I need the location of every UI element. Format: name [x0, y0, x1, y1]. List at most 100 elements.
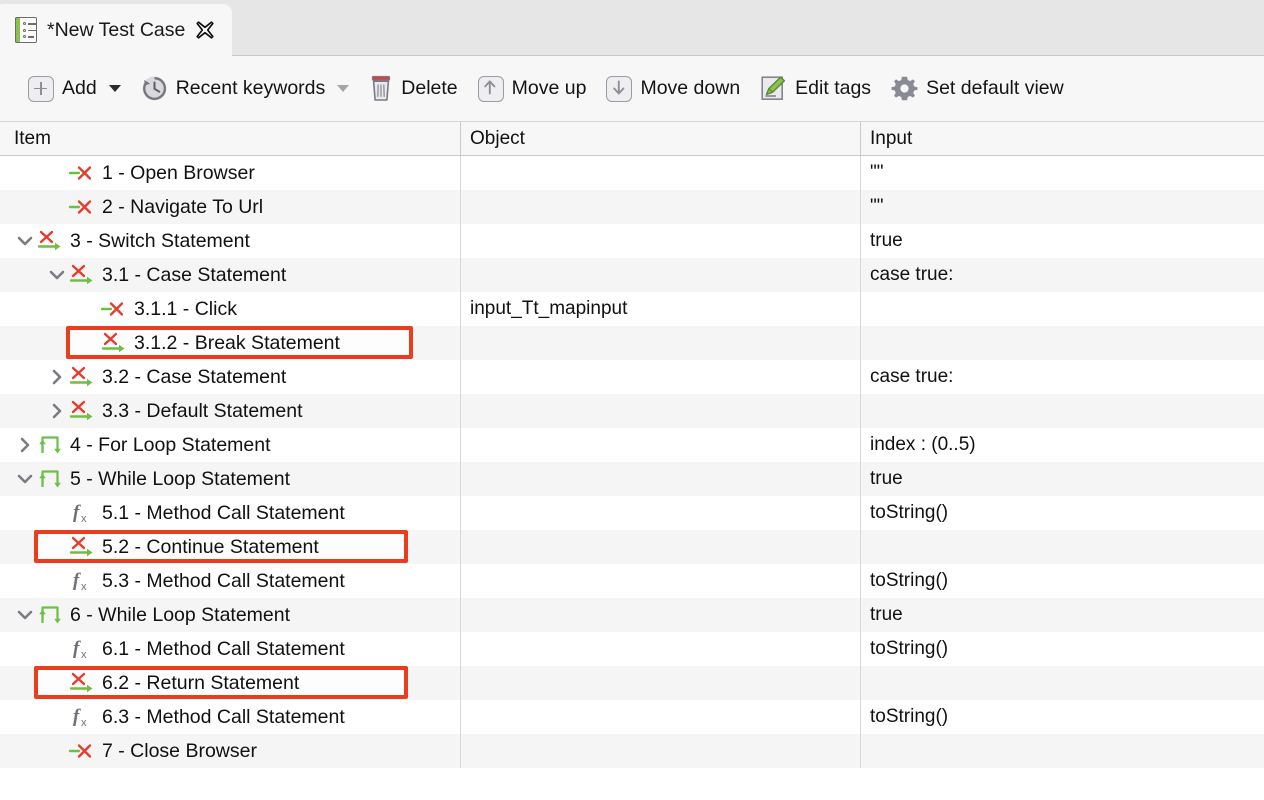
cell-object[interactable] — [460, 564, 860, 598]
table-row[interactable]: fx6.1 - Method Call Statement toString() — [0, 632, 1264, 666]
cell-input[interactable]: case true: — [860, 258, 1264, 292]
set-default-view-button[interactable]: Set default view — [881, 68, 1074, 110]
column-header-object[interactable]: Object — [460, 122, 860, 155]
table-row[interactable]: 7 - Close Browser — [0, 734, 1264, 768]
chevron-down-icon[interactable] — [14, 230, 36, 252]
chevron-down-icon[interactable] — [337, 85, 349, 92]
cell-input[interactable]: true — [860, 224, 1264, 258]
cell-item[interactable]: fx6.1 - Method Call Statement — [0, 632, 460, 666]
cell-object[interactable] — [460, 666, 860, 700]
cell-object[interactable] — [460, 360, 860, 394]
cell-input[interactable]: index : (0..5) — [860, 428, 1264, 462]
cell-object[interactable] — [460, 394, 860, 428]
chevron-down-icon[interactable] — [14, 468, 36, 490]
row-label: 6 - While Loop Statement — [70, 604, 290, 627]
cell-item[interactable]: fx5.1 - Method Call Statement — [0, 496, 460, 530]
chevron-down-icon[interactable] — [14, 604, 36, 626]
table-row[interactable]: 3 - Switch Statement true — [0, 224, 1264, 258]
chevron-right-icon[interactable] — [14, 434, 36, 456]
cell-input[interactable]: toString() — [860, 564, 1264, 598]
recent-keywords-button[interactable]: Recent keywords — [131, 68, 360, 110]
loop-icon — [36, 602, 64, 628]
cell-input[interactable]: case true: — [860, 360, 1264, 394]
column-header-item[interactable]: Item — [0, 122, 460, 155]
chevron-right-icon[interactable] — [46, 366, 68, 388]
table-row[interactable]: 2 - Navigate To Url "" — [0, 190, 1264, 224]
cell-input[interactable]: "" — [860, 190, 1264, 224]
table-row[interactable]: 5 - While Loop Statement true — [0, 462, 1264, 496]
cell-item[interactable]: fx5.3 - Method Call Statement — [0, 564, 460, 598]
cell-item[interactable]: 6.2 - Return Statement — [0, 666, 460, 700]
cell-input[interactable]: toString() — [860, 496, 1264, 530]
cell-input[interactable]: toString() — [860, 632, 1264, 666]
table-row[interactable]: 6.2 - Return Statement — [0, 666, 1264, 700]
cell-object[interactable] — [460, 734, 860, 768]
cell-object[interactable] — [460, 258, 860, 292]
table-row[interactable]: 5.2 - Continue Statement — [0, 530, 1264, 564]
cell-item[interactable]: 3.1.1 - Click — [0, 292, 460, 326]
cell-item[interactable]: 5.2 - Continue Statement — [0, 530, 460, 564]
column-header-input[interactable]: Input — [860, 122, 1264, 155]
add-button[interactable]: Add — [18, 68, 131, 110]
tab-new-test-case[interactable]: *New Test Case — [0, 4, 232, 56]
cell-object[interactable] — [460, 700, 860, 734]
chevron-right-icon[interactable] — [46, 400, 68, 422]
close-icon[interactable] — [194, 19, 216, 41]
statement-icon — [68, 364, 96, 390]
cell-object[interactable] — [460, 326, 860, 360]
cell-input[interactable]: true — [860, 598, 1264, 632]
cell-item[interactable]: 3 - Switch Statement — [0, 224, 460, 258]
cell-input[interactable]: true — [860, 462, 1264, 496]
cell-input[interactable]: toString() — [860, 700, 1264, 734]
table-row[interactable]: 3.1.2 - Break Statement — [0, 326, 1264, 360]
cell-item[interactable]: 5 - While Loop Statement — [0, 462, 460, 496]
cell-input[interactable] — [860, 326, 1264, 360]
table-row[interactable]: 3.3 - Default Statement — [0, 394, 1264, 428]
pencil-note-icon — [760, 75, 787, 102]
cell-item[interactable]: 4 - For Loop Statement — [0, 428, 460, 462]
table-row[interactable]: fx5.3 - Method Call Statement toString() — [0, 564, 1264, 598]
table-row[interactable]: 3.1.1 - Clickinput_Tt_mapinput — [0, 292, 1264, 326]
cell-item[interactable]: 1 - Open Browser — [0, 156, 460, 190]
edit-tags-button[interactable]: Edit tags — [750, 68, 881, 110]
cell-item[interactable]: 6 - While Loop Statement — [0, 598, 460, 632]
table-row[interactable]: fx5.1 - Method Call Statement toString() — [0, 496, 1264, 530]
cell-object[interactable] — [460, 632, 860, 666]
move-up-button[interactable]: Move up — [468, 68, 597, 110]
cell-object[interactable] — [460, 428, 860, 462]
delete-button[interactable]: Delete — [359, 68, 467, 110]
cell-input[interactable] — [860, 530, 1264, 564]
cell-input[interactable] — [860, 734, 1264, 768]
cell-input[interactable] — [860, 394, 1264, 428]
cell-item[interactable]: 2 - Navigate To Url — [0, 190, 460, 224]
cell-input[interactable] — [860, 292, 1264, 326]
cell-object[interactable]: input_Tt_mapinput — [460, 292, 860, 326]
cell-object[interactable] — [460, 496, 860, 530]
table-row[interactable]: 6 - While Loop Statement true — [0, 598, 1264, 632]
table-row[interactable]: 3.1 - Case Statement case true: — [0, 258, 1264, 292]
cell-item[interactable]: 3.1 - Case Statement — [0, 258, 460, 292]
cell-object[interactable] — [460, 462, 860, 496]
cell-object[interactable] — [460, 598, 860, 632]
cell-item[interactable]: 3.1.2 - Break Statement — [0, 326, 460, 360]
cell-item[interactable]: 7 - Close Browser — [0, 734, 460, 768]
table-row[interactable]: 3.2 - Case Statement case true: — [0, 360, 1264, 394]
cell-object[interactable] — [460, 530, 860, 564]
cell-object[interactable] — [460, 190, 860, 224]
chevron-down-icon[interactable] — [46, 264, 68, 286]
cell-input[interactable] — [860, 666, 1264, 700]
table-row[interactable]: 4 - For Loop Statement index : (0..5) — [0, 428, 1264, 462]
svg-text:x: x — [81, 717, 87, 729]
cell-input[interactable]: "" — [860, 156, 1264, 190]
row-label: 3.1 - Case Statement — [102, 264, 286, 287]
cell-object[interactable] — [460, 224, 860, 258]
cell-item[interactable]: 3.2 - Case Statement — [0, 360, 460, 394]
table-row[interactable]: fx6.3 - Method Call Statement toString() — [0, 700, 1264, 734]
move-down-button[interactable]: Move down — [596, 68, 750, 110]
arrow-down-square-icon — [606, 76, 632, 102]
cell-item[interactable]: 3.3 - Default Statement — [0, 394, 460, 428]
chevron-down-icon[interactable] — [109, 85, 121, 92]
table-row[interactable]: 1 - Open Browser "" — [0, 156, 1264, 190]
cell-object[interactable] — [460, 156, 860, 190]
cell-item[interactable]: fx6.3 - Method Call Statement — [0, 700, 460, 734]
